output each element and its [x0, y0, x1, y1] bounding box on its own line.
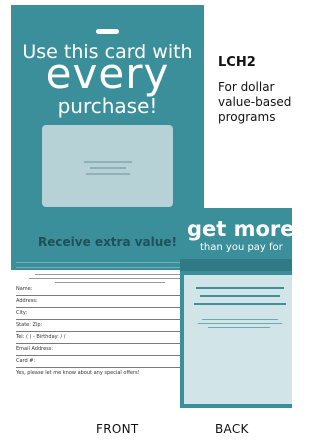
back-text-line	[194, 303, 286, 305]
product-code: LCH2	[218, 55, 256, 70]
back-text-line	[200, 295, 280, 297]
back-text-line	[196, 287, 284, 289]
window-text-line	[84, 161, 132, 163]
form-field-opt-in: Yes, please let me know about any specia…	[16, 370, 140, 376]
product-description: For dollar value-based programs	[218, 80, 292, 124]
form-intro-line	[29, 278, 191, 279]
back-small-line	[198, 323, 282, 324]
back-small-line	[208, 327, 270, 328]
form-field-card-number: Card #:	[16, 357, 199, 368]
form-field-name: Name:	[16, 285, 199, 296]
front-headline-line-3: purchase!	[57, 94, 158, 118]
front-card-teal-section: Use this card with every purchase! Recei…	[11, 5, 204, 270]
window-text-line	[90, 167, 126, 169]
form-intro-line	[35, 274, 185, 275]
form-field-email: Email Address:	[16, 345, 199, 356]
back-label: BACK	[215, 422, 249, 436]
back-headline-line-2: than you pay for	[200, 242, 283, 253]
front-headline-line-2: every	[45, 49, 170, 98]
form-field-city: City:	[16, 309, 199, 320]
gift-card-window	[42, 125, 173, 207]
form-field-address: Address:	[16, 297, 199, 308]
back-small-line	[202, 319, 278, 320]
front-label: FRONT	[96, 422, 139, 436]
front-tagline: Receive extra value!	[38, 235, 177, 249]
window-text-line	[86, 173, 130, 175]
back-fineprint-band	[180, 259, 292, 271]
back-card-image: get more than you pay for	[180, 208, 295, 408]
hang-slot-icon	[96, 29, 119, 34]
form-field-state-zip: State: Zip:	[16, 321, 199, 332]
back-headline-line-1: get more	[187, 217, 295, 241]
form-intro-line	[55, 282, 165, 283]
back-info-panel	[184, 275, 292, 404]
front-card-image: Use this card with every purchase! Recei…	[11, 5, 204, 407]
front-fineprint-band	[16, 262, 199, 268]
form-field-tel-birthday: Tel: ( ) - Birthday: / /	[16, 333, 199, 344]
